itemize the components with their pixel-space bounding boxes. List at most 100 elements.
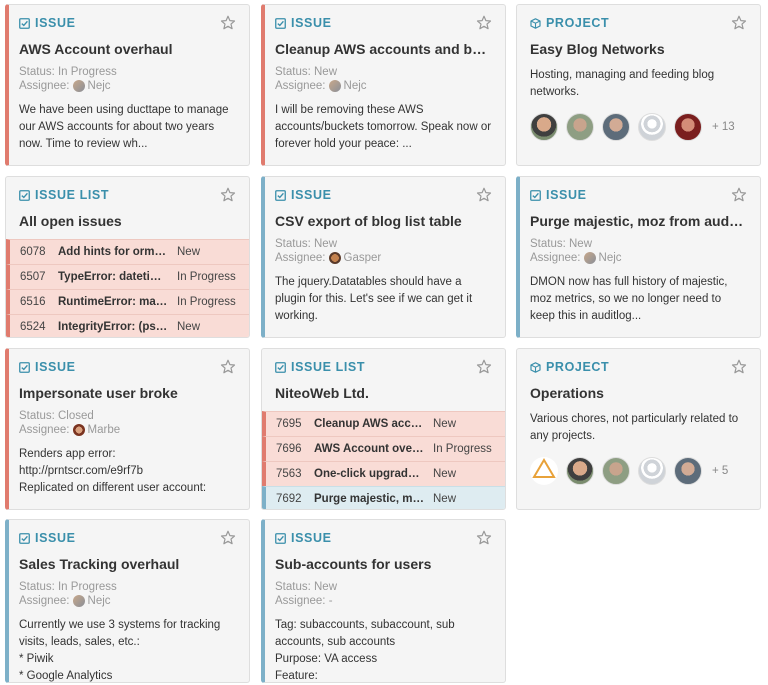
card-title[interactable]: Easy Blog Networks bbox=[530, 40, 747, 58]
star-icon[interactable] bbox=[731, 15, 747, 31]
card-type-label: PROJECT bbox=[546, 16, 610, 30]
issue-list-card[interactable]: ISSUE LIST All open issues 6078 Add hints… bbox=[5, 176, 250, 338]
card-title[interactable]: Sales Tracking overhaul bbox=[19, 555, 236, 573]
issue-number: 7563 bbox=[276, 468, 302, 480]
card-description: Tag: subaccounts, subaccount, sub accoun… bbox=[275, 617, 492, 682]
project-card[interactable]: PROJECT Easy Blog Networks Hosting, mana… bbox=[516, 4, 761, 166]
description-line: Feature: bbox=[275, 670, 318, 682]
card-status: Status: Closed bbox=[19, 410, 94, 422]
card-status: Status: New bbox=[275, 581, 337, 593]
avatar[interactable] bbox=[638, 457, 666, 485]
assignee-name: Nejc bbox=[87, 80, 111, 92]
issue-title: Add hints for orm f... bbox=[58, 246, 172, 258]
avatar[interactable] bbox=[674, 457, 702, 485]
card-type: ISSUE bbox=[19, 531, 76, 545]
list-item[interactable]: 6078 Add hints for orm f... New bbox=[6, 239, 249, 264]
list-item[interactable]: 7696 AWS Account over... In Progress bbox=[262, 436, 505, 461]
card-title[interactable]: Cleanup AWS accounts and bu... bbox=[275, 40, 492, 58]
issue-status: New bbox=[433, 468, 457, 480]
list-item[interactable]: 7692 Purge majestic, mo... New bbox=[262, 486, 505, 509]
avatar[interactable] bbox=[566, 113, 594, 141]
card-type-label: ISSUE bbox=[35, 360, 76, 374]
checkbox-icon bbox=[530, 189, 541, 201]
card-type: ISSUE bbox=[275, 188, 332, 202]
issue-number: 7696 bbox=[276, 443, 302, 455]
more-members-count[interactable]: + 13 bbox=[712, 121, 735, 133]
list-item[interactable]: 6516 RuntimeError: maxi... In Progress bbox=[6, 289, 249, 314]
avatar[interactable] bbox=[674, 113, 702, 141]
avatar bbox=[72, 595, 85, 607]
card-status: Status: In Progress bbox=[19, 66, 117, 78]
issue-card[interactable]: ISSUE Sales Tracking overhaul Status: In… bbox=[5, 519, 250, 683]
star-icon[interactable] bbox=[220, 187, 236, 203]
avatar[interactable] bbox=[602, 113, 630, 141]
assignee-name: Nejc bbox=[598, 252, 622, 264]
card-type: ISSUE bbox=[275, 531, 332, 545]
issue-title: One-click upgrade ... bbox=[314, 468, 428, 480]
issue-status: New bbox=[177, 321, 201, 333]
issue-card[interactable]: ISSUE AWS Account overhaul Status: In Pr… bbox=[5, 4, 250, 166]
card-type-label: ISSUE bbox=[291, 188, 332, 202]
avatar[interactable] bbox=[566, 457, 594, 485]
member-avatars: + 13 bbox=[530, 113, 747, 141]
description-line: Tag: subaccounts, subaccount, sub accoun… bbox=[275, 619, 455, 648]
card-title[interactable]: All open issues bbox=[19, 212, 236, 230]
issue-number: 7695 bbox=[276, 418, 302, 430]
card-type: PROJECT bbox=[530, 360, 609, 374]
star-icon[interactable] bbox=[476, 187, 492, 203]
list-item[interactable]: 6524 IntegrityError: (psy... New bbox=[6, 314, 249, 337]
issue-list-card[interactable]: ISSUE LIST NiteoWeb Ltd. 7695 Cleanup AWS… bbox=[261, 348, 506, 510]
list-item[interactable]: 7695 Cleanup AWS acco... New bbox=[262, 411, 505, 436]
issue-title: AWS Account over... bbox=[314, 443, 426, 455]
issue-card[interactable]: ISSUE Impersonate user broke Status: Clo… bbox=[5, 348, 250, 510]
issue-number: 6507 bbox=[20, 271, 46, 283]
list-item[interactable]: 7563 One-click upgrade ... New bbox=[262, 461, 505, 486]
star-icon[interactable] bbox=[220, 15, 236, 31]
project-description: Hosting, managing and feeding blog netwo… bbox=[530, 69, 715, 98]
avatar[interactable] bbox=[602, 457, 630, 485]
avatar bbox=[583, 252, 596, 264]
avatar bbox=[72, 80, 85, 92]
issue-card[interactable]: ISSUE Purge majestic, moz from audit... … bbox=[516, 176, 761, 338]
card-type: ISSUE LIST bbox=[275, 360, 365, 374]
assignee-name: Nejc bbox=[87, 595, 111, 607]
card-description: I will be removing these AWS accounts/bu… bbox=[275, 104, 492, 150]
logo-icon bbox=[532, 458, 556, 478]
avatar[interactable] bbox=[530, 113, 558, 141]
description-line: Replicated on different user account: bbox=[19, 482, 207, 494]
card-status: Status: New bbox=[275, 66, 337, 78]
issue-card[interactable]: ISSUE CSV export of blog list table Stat… bbox=[261, 176, 506, 338]
project-card[interactable]: PROJECT Operations Various chores, not p… bbox=[516, 348, 761, 510]
card-title[interactable]: Purge majestic, moz from audit... bbox=[530, 212, 747, 230]
issue-card[interactable]: ISSUE Sub-accounts for users Status: New… bbox=[261, 519, 506, 683]
card-title[interactable]: AWS Account overhaul bbox=[19, 40, 236, 58]
avatar bbox=[328, 80, 341, 92]
issue-card[interactable]: ISSUE Cleanup AWS accounts and bu... Sta… bbox=[261, 4, 506, 166]
star-icon[interactable] bbox=[731, 359, 747, 375]
star-icon[interactable] bbox=[220, 530, 236, 546]
checkbox-icon bbox=[275, 532, 286, 544]
avatar bbox=[72, 424, 85, 436]
issue-number: 6524 bbox=[20, 321, 46, 333]
issue-title: IntegrityError: (psy... bbox=[58, 321, 171, 333]
niteoweb-logo-avatar[interactable] bbox=[530, 457, 558, 485]
card-title[interactable]: NiteoWeb Ltd. bbox=[275, 384, 492, 402]
card-title[interactable]: Operations bbox=[530, 384, 747, 402]
card-status: Status: New bbox=[530, 238, 592, 250]
card-type: ISSUE bbox=[275, 16, 332, 30]
star-icon[interactable] bbox=[220, 359, 236, 375]
avatar[interactable] bbox=[638, 113, 666, 141]
star-icon[interactable] bbox=[476, 359, 492, 375]
star-icon[interactable] bbox=[476, 530, 492, 546]
card-title[interactable]: CSV export of blog list table bbox=[275, 212, 492, 230]
list-item[interactable]: 6507 TypeError: datetim... In Progress bbox=[6, 264, 249, 289]
description-line: http://prntscr.com/e9rf7b bbox=[19, 465, 144, 477]
card-title[interactable]: Impersonate user broke bbox=[19, 384, 236, 402]
card-title[interactable]: Sub-accounts for users bbox=[275, 555, 492, 573]
more-members-count[interactable]: + 5 bbox=[712, 465, 728, 477]
issue-number: 6516 bbox=[20, 296, 46, 308]
star-icon[interactable] bbox=[731, 187, 747, 203]
checkbox-icon bbox=[275, 17, 286, 29]
star-icon[interactable] bbox=[476, 15, 492, 31]
issue-title: Cleanup AWS acco... bbox=[314, 418, 428, 430]
